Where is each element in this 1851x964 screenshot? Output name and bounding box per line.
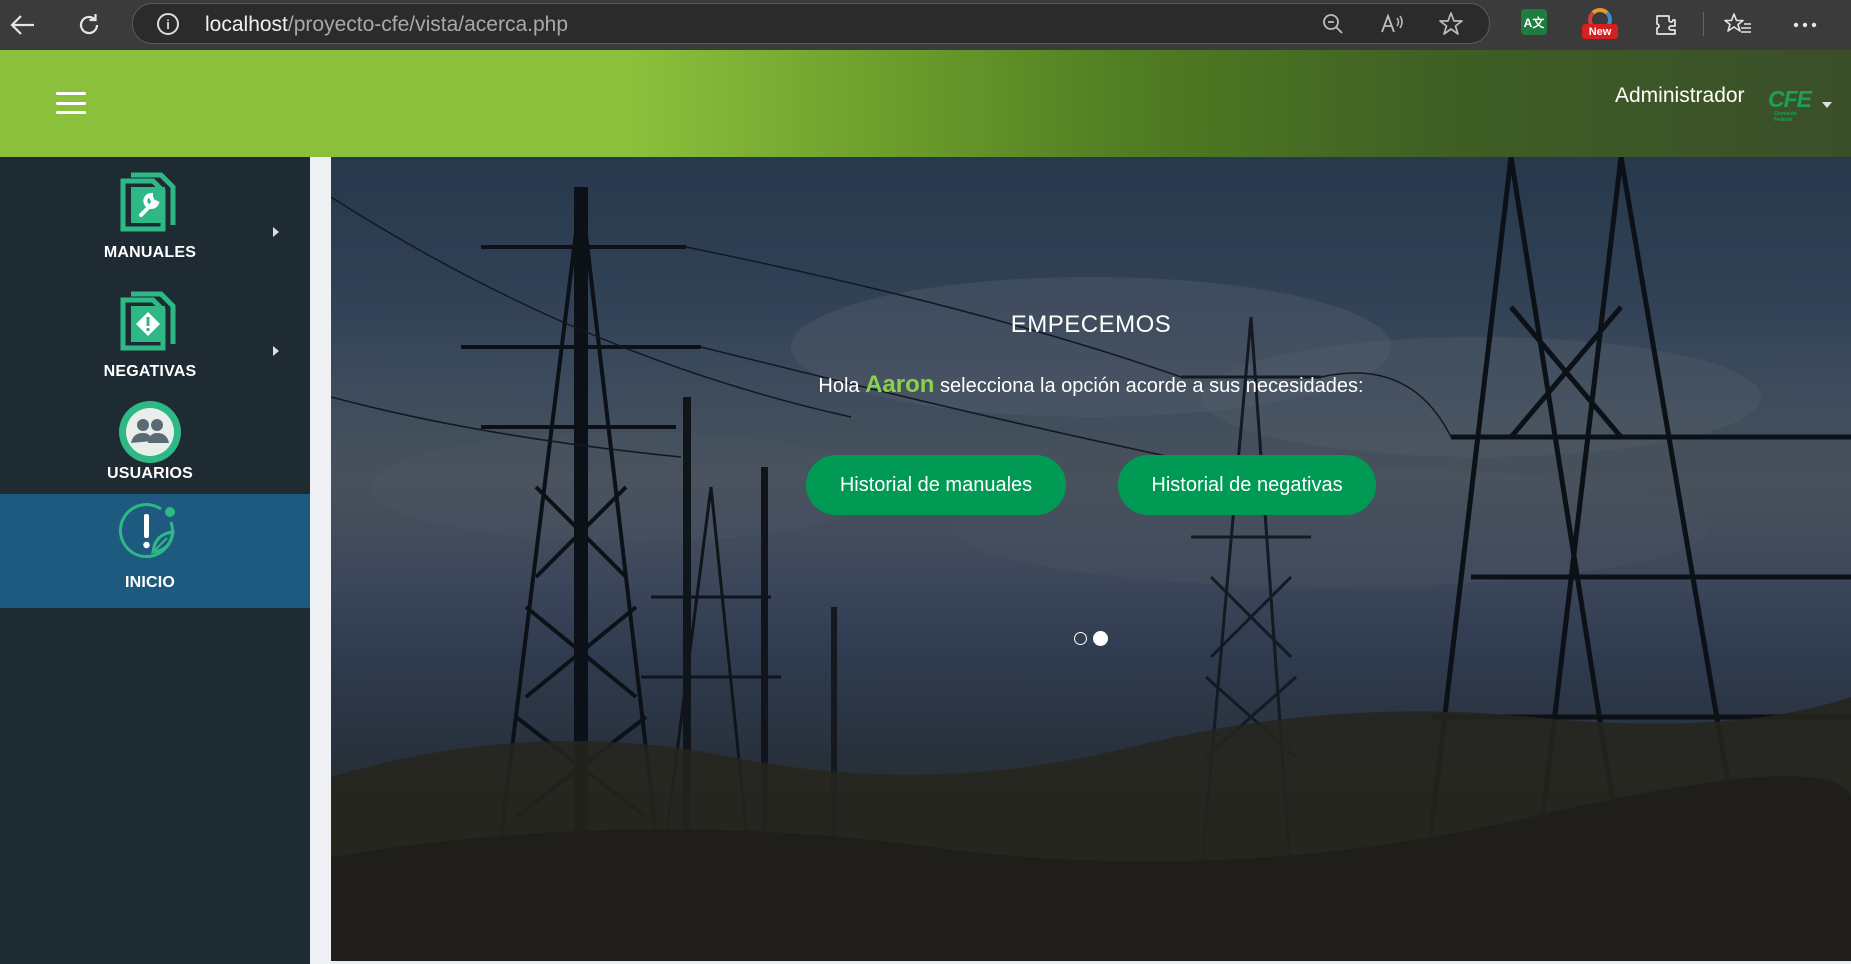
carousel-indicators [1074, 631, 1108, 646]
sidebar-item-label: USUARIOS [106, 465, 194, 482]
hero-greeting: Hola Aaron selecciona la opción acorde a… [331, 371, 1851, 399]
sidebar-item-label: INICIO [124, 574, 176, 591]
more-options-icon[interactable] [1788, 8, 1822, 42]
translate-extension-icon[interactable]: A文 [1521, 9, 1547, 35]
user-menu-chevron-down-icon[interactable] [1822, 102, 1832, 108]
extensions-puzzle-icon[interactable] [1649, 8, 1683, 42]
hamburger-menu-icon[interactable] [56, 92, 86, 114]
hero-carousel: EMPECEMOS Hola Aaron selecciona la opció… [331, 157, 1851, 961]
app-header: Administrador CFE Comisión Federal [0, 50, 1851, 157]
chevron-right-icon[interactable] [273, 346, 279, 356]
favorite-star-icon[interactable] [1437, 10, 1465, 38]
greeting-prefix: Hola [818, 375, 860, 397]
user-name: Aaron [865, 371, 935, 398]
sidebar-item-usuarios[interactable]: USUARIOS [0, 385, 310, 499]
hero-title: EMPECEMOS [1010, 311, 1172, 338]
hero-overlay [331, 157, 1851, 961]
info-icon[interactable]: i [157, 13, 179, 35]
back-icon[interactable] [6, 8, 40, 42]
historial-negativas-button[interactable]: Historial de negativas [1118, 455, 1376, 515]
url-text[interactable]: localhost/proyecto-cfe/vista/acerca.php [205, 13, 568, 37]
carousel-dot-1[interactable] [1074, 632, 1087, 645]
user-role-label[interactable]: Administrador [1615, 84, 1745, 108]
sidebar-item-label: NEGATIVAS [103, 363, 197, 380]
content-gutter [310, 157, 331, 964]
negative-warning-icon [120, 291, 176, 351]
read-aloud-icon[interactable] [1378, 10, 1406, 38]
carousel-dot-2[interactable] [1093, 631, 1108, 646]
cfe-logo[interactable]: CFE Comisión Federal [1768, 86, 1812, 123]
chevron-right-icon[interactable] [273, 227, 279, 237]
sidebar-item-label: MANUALES [103, 244, 197, 261]
toolbar-divider [1703, 12, 1704, 36]
historial-manuales-button[interactable]: Historial de manuales [806, 455, 1066, 515]
sidebar-item-inicio[interactable]: INICIO [0, 494, 310, 608]
browser-toolbar: i localhost/proyecto-cfe/vista/acerca.ph… [0, 0, 1851, 50]
favorites-list-icon[interactable] [1721, 8, 1755, 42]
new-extension-icon[interactable]: New [1582, 6, 1618, 42]
manual-wrench-icon [120, 172, 176, 232]
sidebar: MANUALES NEGATIVAS USUARIOS INICIO [0, 157, 310, 964]
greeting-suffix: selecciona la opción acorde a sus necesi… [940, 375, 1364, 397]
address-bar[interactable]: i localhost/proyecto-cfe/vista/acerca.ph… [132, 3, 1490, 44]
home-leaf-alert-icon [119, 503, 175, 559]
sidebar-item-manuales[interactable]: MANUALES [0, 157, 310, 271]
zoom-out-icon[interactable] [1319, 10, 1347, 38]
users-icon [119, 401, 181, 463]
sidebar-item-negativas[interactable]: NEGATIVAS [0, 276, 310, 390]
refresh-icon[interactable] [72, 8, 106, 42]
